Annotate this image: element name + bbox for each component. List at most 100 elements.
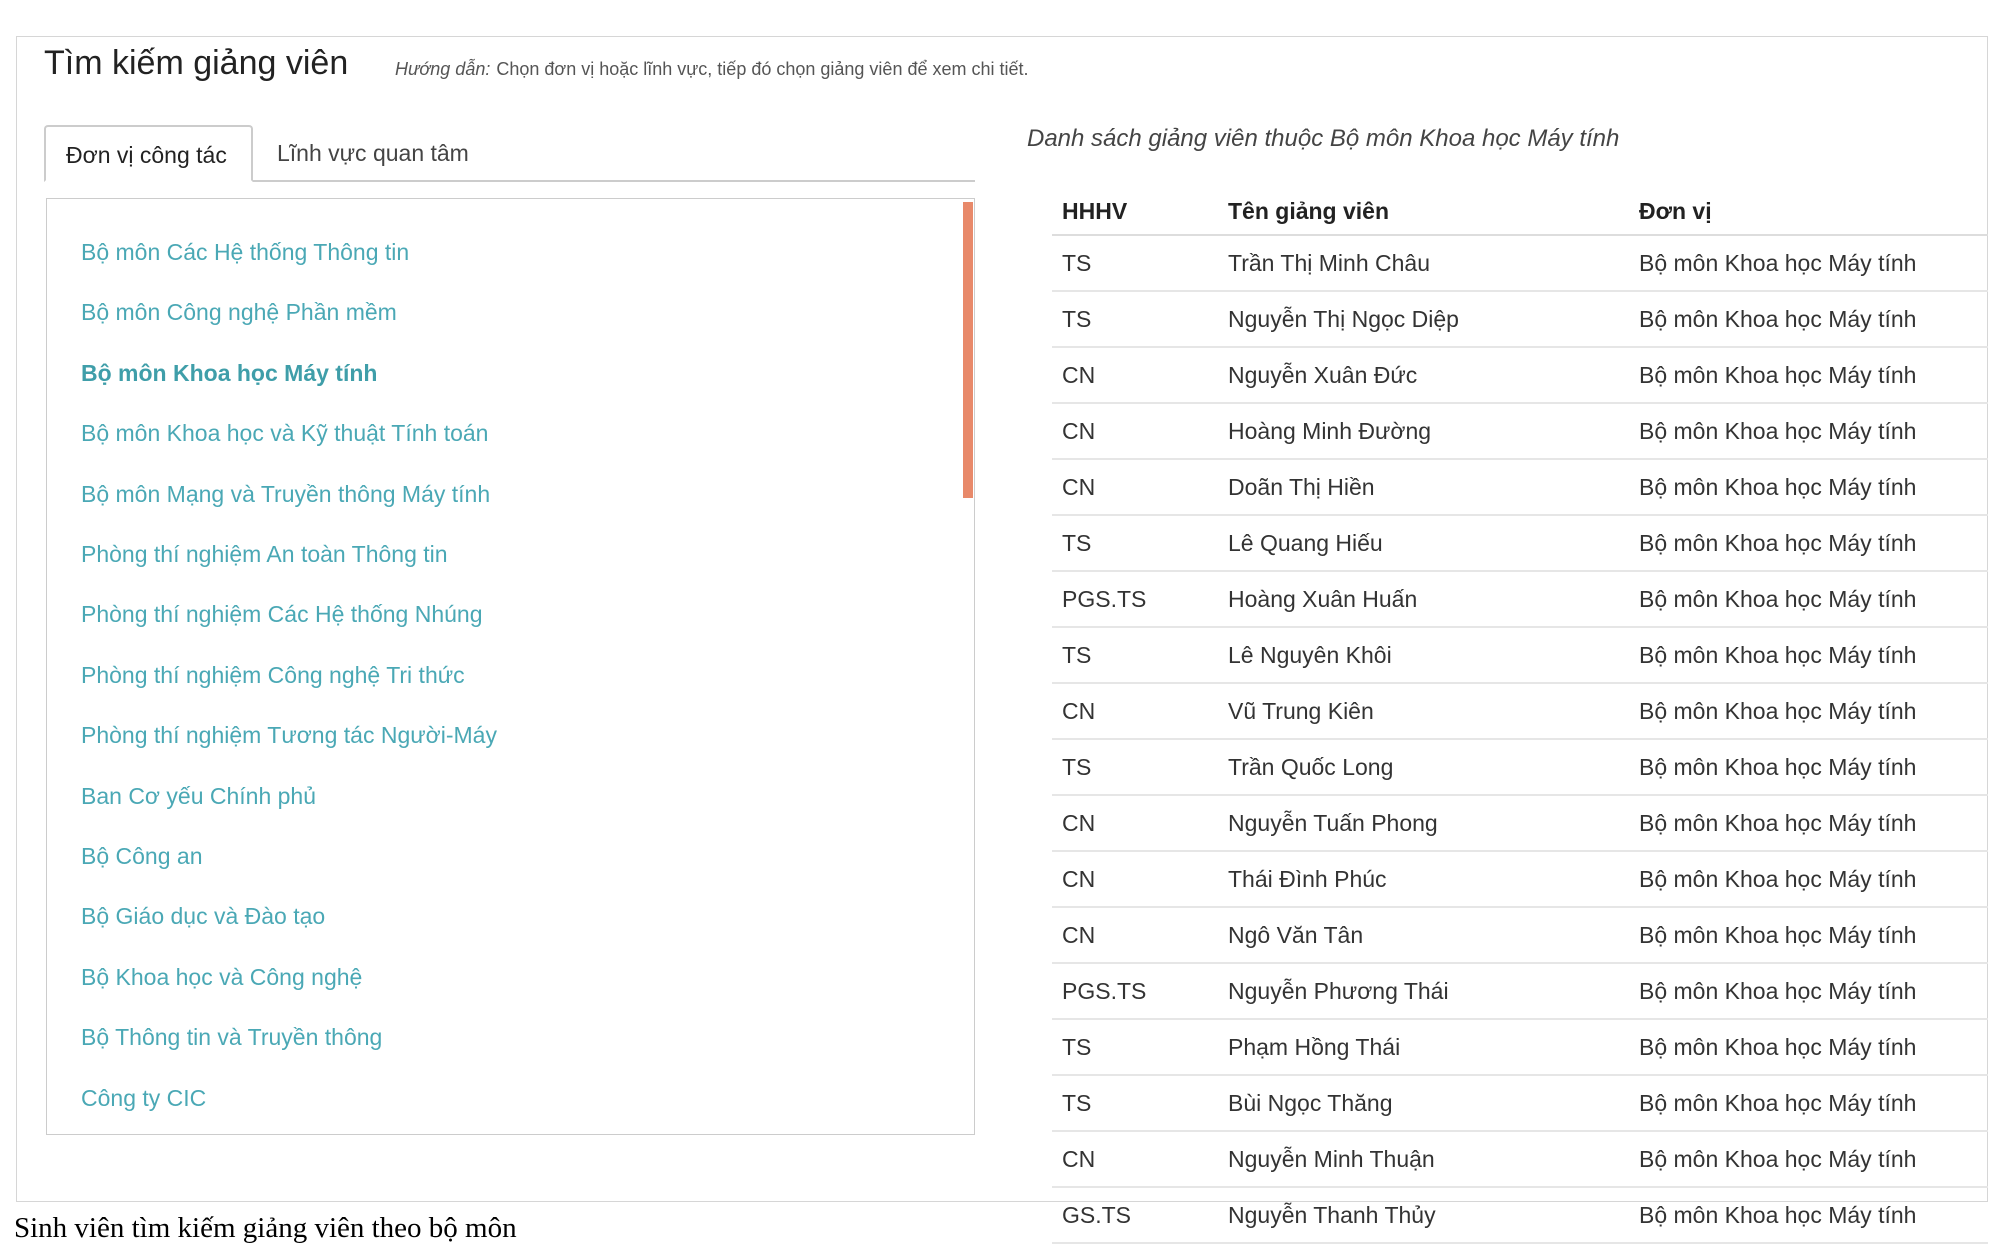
cell-name: Lê Quang Hiếu [1228,530,1383,556]
cell-unit: Bộ môn Khoa học Máy tính [1639,250,1917,276]
unit-item[interactable]: Phòng thí nghiệm An toàn Thông tin [81,541,448,568]
cell-degree: CN [1062,362,1096,388]
unit-item[interactable]: Bộ môn Các Hệ thống Thông tin [81,239,409,266]
cell-name: Phạm Hồng Thái [1228,1034,1401,1060]
cell-name: Ngô Văn Tân [1228,922,1364,948]
table-row[interactable]: CN Ngô Văn Tân Bộ môn Khoa học Máy tính [1052,908,1988,964]
cell-unit: Bộ môn Khoa học Máy tính [1639,1202,1917,1228]
page-title: Tìm kiếm giảng viên [44,44,349,82]
table-row[interactable]: CN Nguyễn Xuân Đức Bộ môn Khoa học Máy tín… [1052,348,1988,404]
cell-degree: PGS.TS [1062,586,1147,612]
cell-unit: Bộ môn Khoa học Máy tính [1639,642,1917,668]
cell-degree: CN [1062,810,1096,836]
cell-unit: Bộ môn Khoa học Máy tính [1639,866,1917,892]
tab-bar: Đơn vị công tác Lĩnh vực quan tâm [44,125,975,182]
cell-unit: Bộ môn Khoa học Máy tính [1639,1146,1917,1172]
cell-name: Nguyễn Xuân Đức [1228,362,1418,388]
cell-name: Trần Thị Minh Châu [1228,250,1430,276]
cell-degree: CN [1062,698,1096,724]
cell-degree: TS [1062,642,1092,668]
table-row[interactable]: CN Nguyễn Tuấn Phong Bộ môn Khoa học Máy t… [1052,796,1988,852]
unit-item-selected[interactable]: Bộ môn Khoa học Máy tính [81,360,377,387]
scrollbar-thumb[interactable] [963,202,973,498]
cell-degree: TS [1062,250,1092,276]
lecturer-list-heading: Danh sách giảng viên thuộc Bộ môn Khoa h… [1027,125,1620,152]
unit-item[interactable]: Bộ Giáo dục và Đào tạo [81,903,325,930]
table-row[interactable]: TS Nguyễn Thị Ngọc Diệp Bộ môn Khoa học Má… [1052,292,1988,348]
cell-name: Hoàng Xuân Huấn [1228,586,1418,612]
column-header-degree: HHHV [1062,198,1128,224]
cell-unit: Bộ môn Khoa học Máy tính [1639,586,1917,612]
unit-item[interactable]: Bộ môn Mạng và Truyền thông Máy tính [81,481,490,508]
cell-name: Bùi Ngọc Thăng [1228,1090,1393,1116]
cell-unit: Bộ môn Khoa học Máy tính [1639,754,1917,780]
cell-name: Nguyễn Thị Ngọc Diệp [1228,306,1459,332]
cell-name: Nguyễn Tuấn Phong [1228,810,1438,836]
cell-degree: GS.TS [1062,1202,1132,1228]
table-row[interactable]: CN Doãn Thị Hiền Bộ môn Khoa học Máy tính [1052,460,1988,516]
unit-item[interactable]: Công ty CIC [81,1085,206,1112]
cell-degree: CN [1062,418,1096,444]
table-row[interactable]: CN Vũ Trung Kiên Bộ môn Khoa học Máy tính [1052,684,1988,740]
cell-degree: TS [1062,1090,1092,1116]
tab-field-of-interest[interactable]: Lĩnh vực quan tâm [277,125,469,180]
table-row[interactable]: TS Bùi Ngọc Thăng Bộ môn Khoa học Máy tính [1052,1076,1988,1132]
figure-caption: Sinh viên tìm kiếm giảng viên theo bộ mô… [14,1212,517,1244]
cell-degree: TS [1062,1034,1092,1060]
cell-degree: PGS.TS [1062,978,1147,1004]
tab-work-unit[interactable]: Đơn vị công tác [44,125,253,182]
cell-degree: CN [1062,922,1096,948]
table-row[interactable]: TS Trần Quốc Long Bộ môn Khoa học Máy tính [1052,740,1988,796]
cell-degree: CN [1062,474,1096,500]
cell-unit: Bộ môn Khoa học Máy tính [1639,922,1917,948]
table-row[interactable]: TS Lê Nguyên Khôi Bộ môn Khoa học Máy tính [1052,628,1988,684]
column-header-name: Tên giảng viên [1228,198,1390,224]
cell-degree: CN [1062,1146,1096,1172]
table-row[interactable]: PGS.TS Hoàng Xuân Huấn Bộ môn Khoa học Máy… [1052,572,1988,628]
hint: Hướng dẫn: Chọn đơn vị hoặc lĩnh vực, tiế… [395,59,1029,80]
cell-degree: CN [1062,866,1096,892]
cell-unit: Bộ môn Khoa học Máy tính [1639,474,1917,500]
unit-item[interactable]: Phòng thí nghiệm Các Hệ thống Nhúng [81,601,483,628]
table-row[interactable]: TS Trần Thị Minh Châu Bộ môn Khoa học Máy … [1052,236,1988,292]
cell-name: Nguyễn Phương Thái [1228,978,1449,1004]
cell-unit: Bộ môn Khoa học Máy tính [1639,978,1917,1004]
cell-unit: Bộ môn Khoa học Máy tính [1639,530,1917,556]
table-row[interactable]: CN Nguyễn Minh Thuận Bộ môn Khoa học Máy t… [1052,1132,1988,1188]
cell-name: Lê Nguyên Khôi [1228,642,1392,668]
unit-item[interactable]: Bộ môn Khoa học và Kỹ thuật Tính toán [81,420,488,447]
unit-item[interactable]: Bộ Thông tin và Truyền thông [81,1024,382,1051]
cell-name: Nguyễn Minh Thuận [1228,1146,1435,1172]
unit-item[interactable]: Bộ Công an [81,843,202,870]
column-header-unit: Đơn vị [1639,198,1712,224]
table-row[interactable]: PGS.TS Nguyễn Phương Thái Bộ môn Khoa học … [1052,964,1988,1020]
cell-unit: Bộ môn Khoa học Máy tính [1639,1090,1917,1116]
table-row[interactable]: TS Lê Quang Hiếu Bộ môn Khoa học Máy tính [1052,516,1988,572]
cell-unit: Bộ môn Khoa học Máy tính [1639,306,1917,332]
unit-list: Bộ môn Các Hệ thống Thông tin Bộ môn Công… [46,198,975,1135]
cell-name: Trần Quốc Long [1228,754,1394,780]
cell-degree: TS [1062,306,1092,332]
cell-unit: Bộ môn Khoa học Máy tính [1639,1034,1917,1060]
table-row[interactable]: TS Phạm Hồng Thái Bộ môn Khoa học Máy tính [1052,1020,1988,1076]
unit-item[interactable]: Bộ Khoa học và Công nghệ [81,964,362,991]
table-row[interactable]: CN Thái Đình Phúc Bộ môn Khoa học Máy tính [1052,852,1988,908]
cell-name: Vũ Trung Kiên [1228,698,1374,724]
unit-item[interactable]: Bộ môn Công nghệ Phần mềm [81,299,397,326]
unit-item[interactable]: Phòng thí nghiệm Công nghệ Tri thức [81,662,465,689]
cell-unit: Bộ môn Khoa học Máy tính [1639,418,1917,444]
unit-item[interactable]: Ban Cơ yếu Chính phủ [81,783,316,810]
table-row[interactable]: GS.TS Nguyễn Thanh Thủy Bộ môn Khoa học Má… [1052,1188,1988,1244]
hint-label: Hướng dẫn: [395,59,491,79]
cell-unit: Bộ môn Khoa học Máy tính [1639,698,1917,724]
cell-name: Nguyễn Thanh Thủy [1228,1202,1436,1228]
cell-name: Hoàng Minh Đường [1228,418,1432,444]
cell-degree: TS [1062,754,1092,780]
cell-name: Thái Đình Phúc [1228,866,1387,892]
table-row[interactable]: CN Hoàng Minh Đường Bộ môn Khoa học Máy tí… [1052,404,1988,460]
cell-unit: Bộ môn Khoa học Máy tính [1639,810,1917,836]
cell-name: Doãn Thị Hiền [1228,474,1375,500]
cell-degree: TS [1062,530,1092,556]
unit-item[interactable]: Phòng thí nghiệm Tương tác Người-Máy [81,722,497,749]
table-header: HHHV Tên giảng viên Đơn vị [1052,188,1988,236]
